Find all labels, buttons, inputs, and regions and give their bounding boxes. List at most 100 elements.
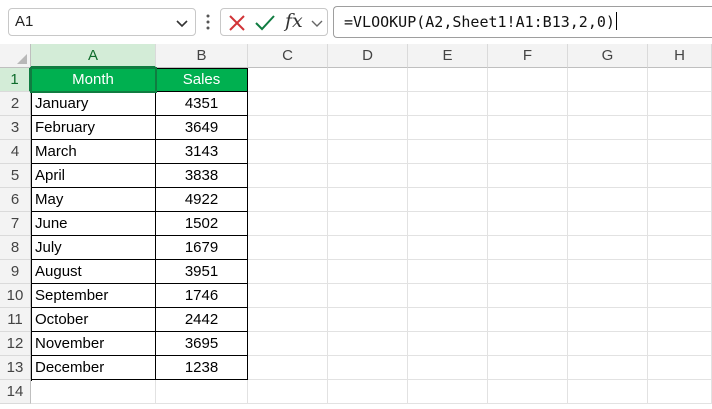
empty-cell[interactable] <box>568 212 648 236</box>
empty-cell[interactable] <box>408 356 488 380</box>
empty-cell[interactable] <box>408 116 488 140</box>
insert-function-icon[interactable]: fx <box>285 10 303 32</box>
row-header-2[interactable]: 2 <box>0 92 31 116</box>
cell-sales[interactable]: 1746 <box>156 284 248 308</box>
empty-cell[interactable] <box>248 380 328 404</box>
empty-cell[interactable] <box>568 236 648 260</box>
empty-cell[interactable] <box>248 188 328 212</box>
row-header-14[interactable]: 14 <box>0 380 31 404</box>
column-header-g[interactable]: G <box>568 44 648 68</box>
empty-cell[interactable] <box>248 260 328 284</box>
empty-cell[interactable] <box>488 116 568 140</box>
empty-cell[interactable] <box>568 332 648 356</box>
empty-cell[interactable] <box>156 380 248 404</box>
empty-cell[interactable] <box>248 116 328 140</box>
row-header-10[interactable]: 10 <box>0 284 31 308</box>
empty-cell[interactable] <box>568 260 648 284</box>
cell-sales[interactable]: 1238 <box>156 356 248 380</box>
cell-sales[interactable]: 3695 <box>156 332 248 356</box>
empty-cell[interactable] <box>408 284 488 308</box>
cell-month[interactable]: August <box>31 260 156 284</box>
empty-cell[interactable] <box>488 380 568 404</box>
cell-sales[interactable]: 1502 <box>156 212 248 236</box>
empty-cell[interactable] <box>31 380 156 404</box>
select-all-button[interactable] <box>0 44 31 68</box>
row-header-8[interactable]: 8 <box>0 236 31 260</box>
empty-cell[interactable] <box>328 308 408 332</box>
empty-cell[interactable] <box>568 356 648 380</box>
cell-sales[interactable]: 4922 <box>156 188 248 212</box>
enter-icon[interactable] <box>254 13 276 33</box>
empty-cell[interactable] <box>488 356 568 380</box>
empty-cell[interactable] <box>488 92 568 116</box>
chevron-down-icon[interactable] <box>173 14 191 32</box>
empty-cell[interactable] <box>248 332 328 356</box>
empty-cell[interactable] <box>328 332 408 356</box>
empty-cell[interactable] <box>408 236 488 260</box>
empty-cell[interactable] <box>248 212 328 236</box>
empty-cell[interactable] <box>408 92 488 116</box>
cell-month[interactable]: July <box>31 236 156 260</box>
cell-month[interactable]: November <box>31 332 156 356</box>
empty-cell[interactable] <box>568 116 648 140</box>
empty-cell[interactable] <box>648 260 712 284</box>
empty-cell[interactable] <box>328 116 408 140</box>
empty-cell[interactable] <box>488 332 568 356</box>
row-header-1[interactable]: 1 <box>0 68 31 92</box>
empty-cell[interactable] <box>488 260 568 284</box>
row-header-6[interactable]: 6 <box>0 188 31 212</box>
empty-cell[interactable] <box>408 188 488 212</box>
empty-cell[interactable] <box>328 236 408 260</box>
empty-cell[interactable] <box>408 164 488 188</box>
empty-cell[interactable] <box>408 308 488 332</box>
empty-cell[interactable] <box>328 164 408 188</box>
empty-cell[interactable] <box>328 380 408 404</box>
column-header-a[interactable]: A <box>31 44 156 68</box>
cell-sales[interactable]: 1679 <box>156 236 248 260</box>
empty-cell[interactable] <box>248 164 328 188</box>
empty-cell[interactable] <box>568 308 648 332</box>
empty-cell[interactable] <box>648 212 712 236</box>
empty-cell[interactable] <box>328 140 408 164</box>
cell-sales[interactable]: 3838 <box>156 164 248 188</box>
column-header-h[interactable]: H <box>648 44 712 68</box>
chevron-down-icon[interactable] <box>309 15 325 31</box>
empty-cell[interactable] <box>648 236 712 260</box>
empty-cell[interactable] <box>408 68 488 92</box>
empty-cell[interactable] <box>488 188 568 212</box>
cell-sales[interactable]: 3143 <box>156 140 248 164</box>
empty-cell[interactable] <box>408 260 488 284</box>
empty-cell[interactable] <box>408 332 488 356</box>
table-header-month[interactable]: Month <box>31 68 156 92</box>
empty-cell[interactable] <box>488 284 568 308</box>
cancel-icon[interactable] <box>227 13 247 33</box>
empty-cell[interactable] <box>328 356 408 380</box>
empty-cell[interactable] <box>328 260 408 284</box>
empty-cell[interactable] <box>408 380 488 404</box>
cell-month[interactable]: June <box>31 212 156 236</box>
empty-cell[interactable] <box>488 212 568 236</box>
empty-cell[interactable] <box>328 212 408 236</box>
column-header-f[interactable]: F <box>488 44 568 68</box>
row-header-12[interactable]: 12 <box>0 332 31 356</box>
cell-sales[interactable]: 2442 <box>156 308 248 332</box>
empty-cell[interactable] <box>648 164 712 188</box>
empty-cell[interactable] <box>488 164 568 188</box>
empty-cell[interactable] <box>408 212 488 236</box>
cell-sales[interactable]: 3649 <box>156 116 248 140</box>
empty-cell[interactable] <box>248 236 328 260</box>
cell-month[interactable]: April <box>31 164 156 188</box>
row-header-3[interactable]: 3 <box>0 116 31 140</box>
empty-cell[interactable] <box>648 188 712 212</box>
cell-sales[interactable]: 3951 <box>156 260 248 284</box>
empty-cell[interactable] <box>648 68 712 92</box>
empty-cell[interactable] <box>568 380 648 404</box>
empty-cell[interactable] <box>248 92 328 116</box>
empty-cell[interactable] <box>328 284 408 308</box>
empty-cell[interactable] <box>488 140 568 164</box>
empty-cell[interactable] <box>568 68 648 92</box>
empty-cell[interactable] <box>648 356 712 380</box>
cell-month[interactable]: February <box>31 116 156 140</box>
name-box[interactable]: A1 <box>8 8 196 36</box>
empty-cell[interactable] <box>408 140 488 164</box>
